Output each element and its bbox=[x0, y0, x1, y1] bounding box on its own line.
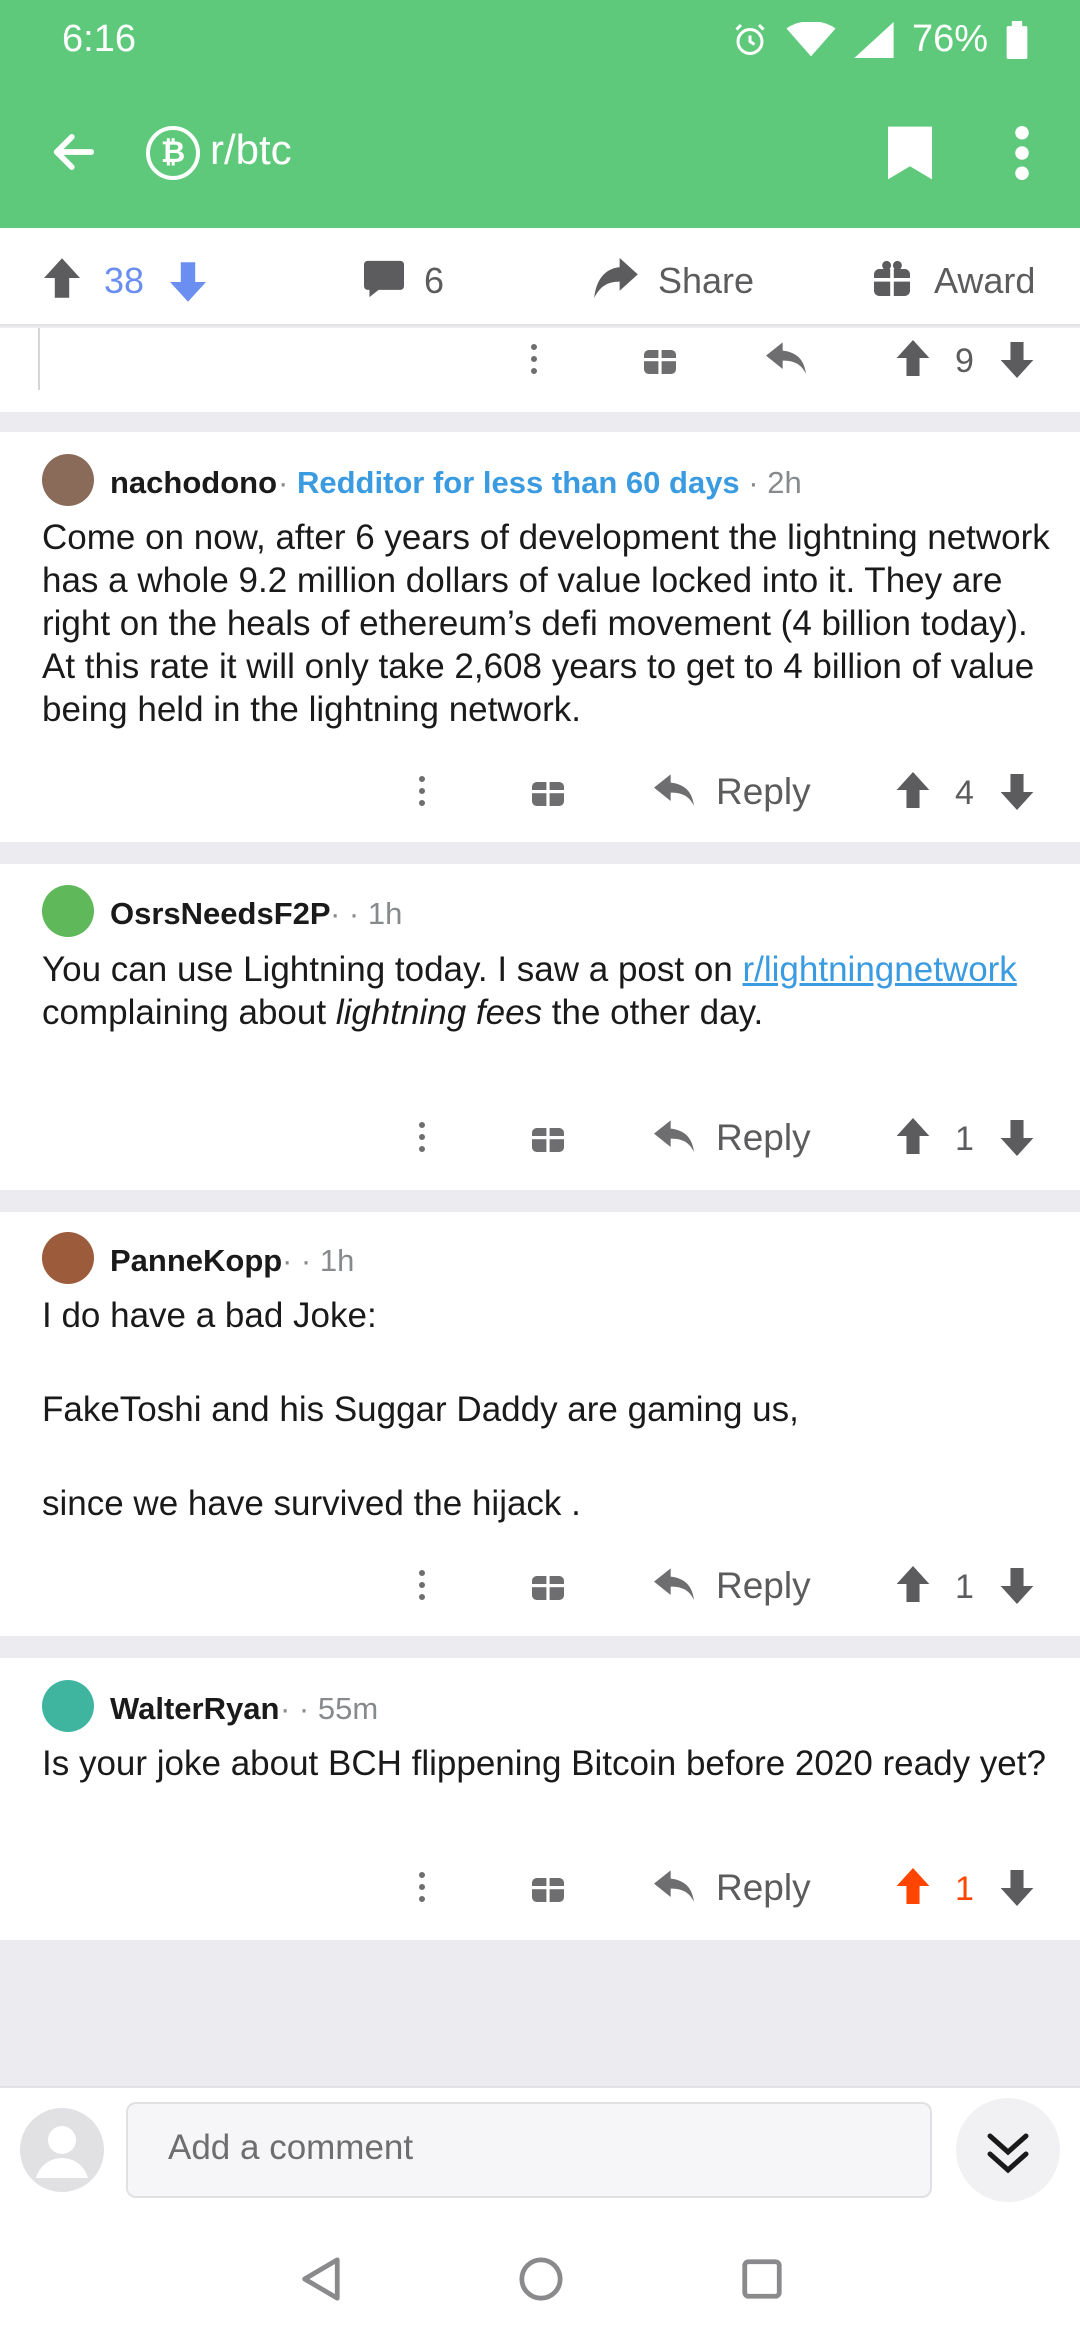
comment-count: 6 bbox=[424, 260, 445, 301]
wifi-icon bbox=[786, 21, 836, 56]
more-options-icon[interactable] bbox=[418, 774, 426, 808]
share-button[interactable]: Share bbox=[658, 260, 754, 302]
add-comment-input[interactable]: Add a comment bbox=[126, 2102, 932, 2198]
upvote-icon[interactable] bbox=[896, 772, 930, 808]
more-options-icon[interactable] bbox=[418, 1568, 426, 1602]
more-options-icon[interactable] bbox=[418, 1870, 426, 1904]
reply-icon[interactable] bbox=[654, 1120, 694, 1154]
avatar[interactable] bbox=[42, 885, 94, 937]
comment-meta: · · 55m bbox=[280, 1691, 379, 1726]
vote-count: 1 bbox=[955, 1870, 974, 1908]
reply-icon[interactable] bbox=[654, 774, 694, 808]
app-header: 6:16 76% ₿ r/btc bbox=[0, 0, 1080, 228]
signal-icon bbox=[854, 21, 894, 58]
comment-meta: · · 1h bbox=[330, 896, 403, 931]
gift-icon[interactable] bbox=[532, 1870, 564, 1902]
share-icon[interactable] bbox=[594, 258, 638, 298]
user-flair: Redditor for less than 60 days bbox=[296, 465, 740, 500]
comment-body: Is your joke about BCH flippening Bitcoi… bbox=[42, 1744, 1046, 1783]
gift-icon[interactable] bbox=[532, 1568, 564, 1600]
overflow-menu-icon[interactable] bbox=[1010, 126, 1034, 180]
comment-author[interactable]: WalterRyan bbox=[110, 1691, 279, 1727]
comment-author[interactable]: nachodono bbox=[110, 465, 277, 501]
comment-body-line: I do have a bad Joke: bbox=[42, 1296, 377, 1335]
gift-icon[interactable] bbox=[874, 260, 910, 296]
reply-icon[interactable] bbox=[654, 1870, 694, 1904]
upvote-icon[interactable] bbox=[44, 258, 80, 298]
comment-time: 1h bbox=[367, 896, 403, 931]
comment-body-line: FakeToshi and his Suggar Daddy are gamin… bbox=[42, 1390, 799, 1429]
vote-count: 4 bbox=[955, 774, 974, 812]
comment-body: Come on now, after 6 years of developmen… bbox=[42, 518, 1050, 729]
upvote-icon[interactable] bbox=[896, 340, 930, 376]
comment-meta: · · 1h bbox=[282, 1243, 355, 1278]
status-icons: 76% bbox=[732, 18, 1028, 61]
vote-count: 1 bbox=[955, 1568, 974, 1606]
reply-button[interactable]: Reply bbox=[716, 1867, 811, 1909]
vote-count: 1 bbox=[955, 1120, 974, 1158]
reply-button[interactable]: Reply bbox=[716, 771, 811, 813]
more-options-icon[interactable] bbox=[530, 342, 538, 376]
comments-icon[interactable] bbox=[364, 260, 404, 298]
upvote-icon[interactable] bbox=[896, 1118, 930, 1154]
more-options-icon[interactable] bbox=[418, 1120, 426, 1154]
back-arrow-icon[interactable] bbox=[48, 126, 100, 178]
gift-icon[interactable] bbox=[532, 1120, 564, 1152]
back-nav-icon[interactable] bbox=[298, 2256, 342, 2302]
upvote-icon[interactable] bbox=[896, 1566, 930, 1602]
avatar[interactable] bbox=[42, 1232, 94, 1284]
comment-time: 2h bbox=[767, 465, 802, 500]
avatar[interactable] bbox=[42, 454, 94, 506]
home-nav-icon[interactable] bbox=[518, 2256, 564, 2302]
battery-icon bbox=[1006, 20, 1028, 59]
collapse-down-icon[interactable] bbox=[956, 2098, 1060, 2202]
reply-button[interactable]: Reply bbox=[716, 1117, 811, 1159]
comment-body-line: since we have survived the hijack . bbox=[42, 1484, 581, 1523]
downvote-icon[interactable] bbox=[1000, 1120, 1034, 1156]
gift-icon[interactable] bbox=[532, 774, 564, 806]
alarm-icon bbox=[735, 23, 765, 55]
reply-icon[interactable] bbox=[654, 1568, 694, 1602]
subreddit-link[interactable]: r/lightningnetwork bbox=[743, 950, 1017, 989]
comment-meta: · Redditor for less than 60 days · 2h bbox=[278, 465, 802, 500]
comment-author[interactable]: PanneKopp bbox=[110, 1243, 282, 1279]
comment-time: 1h bbox=[319, 1243, 355, 1278]
vote-count: 9 bbox=[955, 342, 974, 380]
user-avatar-icon bbox=[20, 2108, 104, 2192]
comment-time: 55m bbox=[317, 1691, 379, 1726]
recents-nav-icon[interactable] bbox=[740, 2256, 784, 2302]
downvote-icon[interactable] bbox=[1000, 1568, 1034, 1604]
comment-body: You can use Lightning today. I saw a pos… bbox=[42, 950, 1017, 1032]
status-time: 6:16 bbox=[62, 18, 136, 60]
subreddit-icon: ₿ bbox=[146, 126, 200, 180]
upvote-icon[interactable] bbox=[896, 1868, 930, 1904]
reply-button[interactable]: Reply bbox=[716, 1565, 811, 1607]
avatar[interactable] bbox=[42, 1680, 94, 1732]
downvote-icon[interactable] bbox=[1000, 1870, 1034, 1906]
comment-author[interactable]: OsrsNeedsF2P bbox=[110, 896, 331, 932]
downvote-icon[interactable] bbox=[1000, 342, 1034, 378]
downvote-icon[interactable] bbox=[1000, 774, 1034, 810]
post-action-bar bbox=[0, 228, 1080, 326]
subreddit-title: r/btc bbox=[210, 126, 292, 173]
reply-icon[interactable] bbox=[766, 342, 806, 376]
award-button[interactable]: Award bbox=[934, 260, 1035, 302]
battery-level: 76% bbox=[911, 18, 988, 60]
post-score: 38 bbox=[104, 260, 145, 301]
bookmark-icon[interactable] bbox=[888, 126, 932, 180]
gift-icon[interactable] bbox=[644, 342, 676, 374]
downvote-icon[interactable] bbox=[170, 262, 206, 302]
